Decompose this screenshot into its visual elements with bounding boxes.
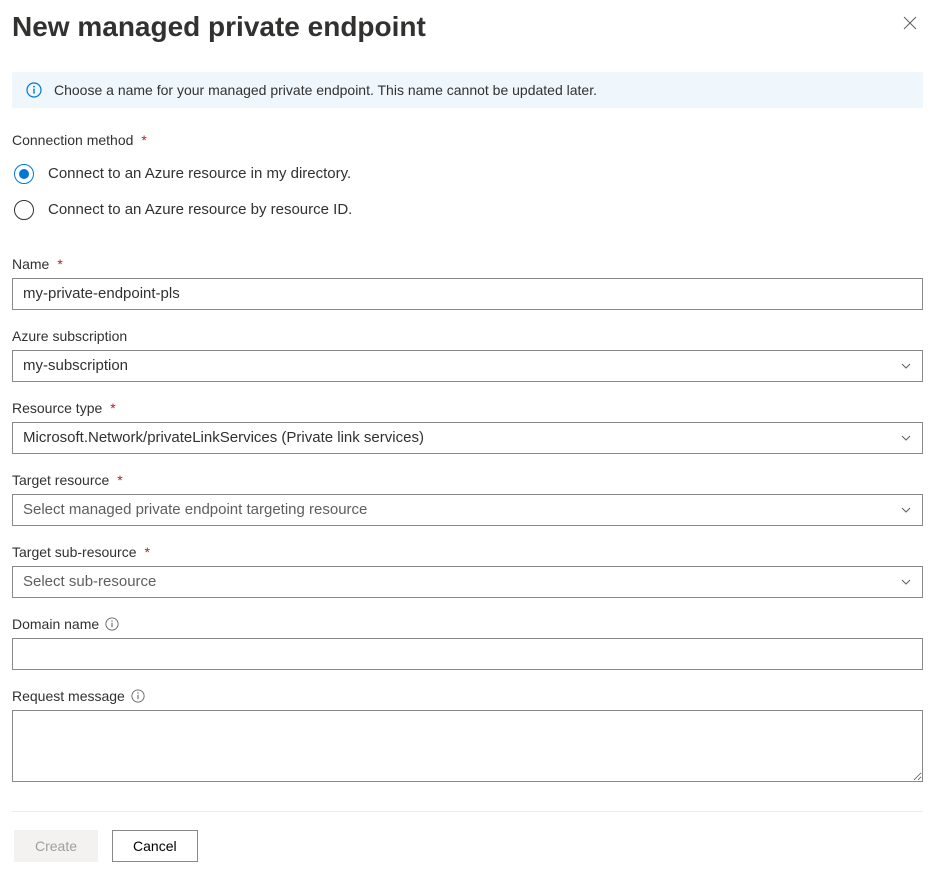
target-resource-label-text: Target resource	[12, 472, 109, 488]
name-input[interactable]	[12, 278, 923, 310]
request-message-label: Request message	[12, 688, 923, 704]
domain-name-label: Domain name	[12, 616, 923, 632]
chevron-down-icon	[900, 504, 912, 516]
target-resource-label: Target resource *	[12, 472, 923, 488]
request-message-label-text: Request message	[12, 688, 125, 704]
connection-method-label-text: Connection method	[12, 132, 133, 148]
resource-type-label: Resource type *	[12, 400, 923, 416]
close-button[interactable]	[897, 10, 923, 36]
target-sub-resource-field: Target sub-resource * Select sub-resourc…	[12, 544, 923, 598]
chevron-down-icon	[900, 576, 912, 588]
info-banner: Choose a name for your managed private e…	[12, 72, 923, 108]
subscription-select[interactable]: my-subscription	[12, 350, 923, 382]
info-text: Choose a name for your managed private e…	[54, 82, 597, 98]
target-resource-select[interactable]: Select managed private endpoint targetin…	[12, 494, 923, 526]
connection-method-label: Connection method *	[12, 132, 923, 148]
domain-name-input[interactable]	[12, 638, 923, 670]
close-icon	[903, 16, 917, 30]
info-icon[interactable]	[105, 617, 119, 631]
required-indicator: *	[141, 132, 146, 148]
chevron-down-icon	[900, 360, 912, 372]
domain-name-field: Domain name	[12, 616, 923, 670]
radio-connect-directory[interactable]: Connect to an Azure resource in my direc…	[12, 156, 923, 192]
target-resource-field: Target resource * Select managed private…	[12, 472, 923, 526]
resource-type-select[interactable]: Microsoft.Network/privateLinkServices (P…	[12, 422, 923, 454]
request-message-field: Request message	[12, 688, 923, 787]
required-indicator: *	[57, 256, 62, 272]
connection-method-radio-group: Connect to an Azure resource in my direc…	[12, 156, 923, 228]
connection-method-field: Connection method * Connect to an Azure …	[12, 132, 923, 228]
subscription-label-text: Azure subscription	[12, 328, 127, 344]
panel-footer: Create Cancel	[12, 811, 923, 882]
resource-type-field: Resource type * Microsoft.Network/privat…	[12, 400, 923, 454]
radio-label: Connect to an Azure resource by resource…	[48, 201, 352, 218]
resource-type-value: Microsoft.Network/privateLinkServices (P…	[23, 429, 424, 446]
required-indicator: *	[145, 544, 150, 560]
radio-label: Connect to an Azure resource in my direc…	[48, 165, 351, 182]
radio-connect-resource-id[interactable]: Connect to an Azure resource by resource…	[12, 192, 923, 228]
target-sub-resource-placeholder: Select sub-resource	[23, 573, 156, 590]
request-message-textarea[interactable]	[12, 710, 923, 782]
target-sub-resource-label-text: Target sub-resource	[12, 544, 137, 560]
info-icon[interactable]	[131, 689, 145, 703]
page-title: New managed private endpoint	[12, 10, 426, 44]
subscription-value: my-subscription	[23, 357, 128, 374]
form-area: Choose a name for your managed private e…	[12, 72, 923, 811]
chevron-down-icon	[900, 432, 912, 444]
target-sub-resource-select[interactable]: Select sub-resource	[12, 566, 923, 598]
create-button[interactable]: Create	[14, 830, 98, 862]
name-label-text: Name	[12, 256, 49, 272]
resource-type-label-text: Resource type	[12, 400, 102, 416]
domain-name-label-text: Domain name	[12, 616, 99, 632]
name-label: Name *	[12, 256, 923, 272]
info-icon	[26, 82, 42, 98]
subscription-label: Azure subscription	[12, 328, 923, 344]
cancel-button[interactable]: Cancel	[112, 830, 198, 862]
managed-private-endpoint-panel: New managed private endpoint Choose a na…	[0, 0, 935, 882]
panel-header: New managed private endpoint	[12, 6, 923, 72]
required-indicator: *	[110, 400, 115, 416]
radio-icon	[14, 200, 34, 220]
subscription-field: Azure subscription my-subscription *	[12, 328, 923, 382]
target-resource-placeholder: Select managed private endpoint targetin…	[23, 501, 367, 518]
radio-icon	[14, 164, 34, 184]
target-sub-resource-label: Target sub-resource *	[12, 544, 923, 560]
required-indicator: *	[117, 472, 122, 488]
name-field: Name *	[12, 256, 923, 310]
